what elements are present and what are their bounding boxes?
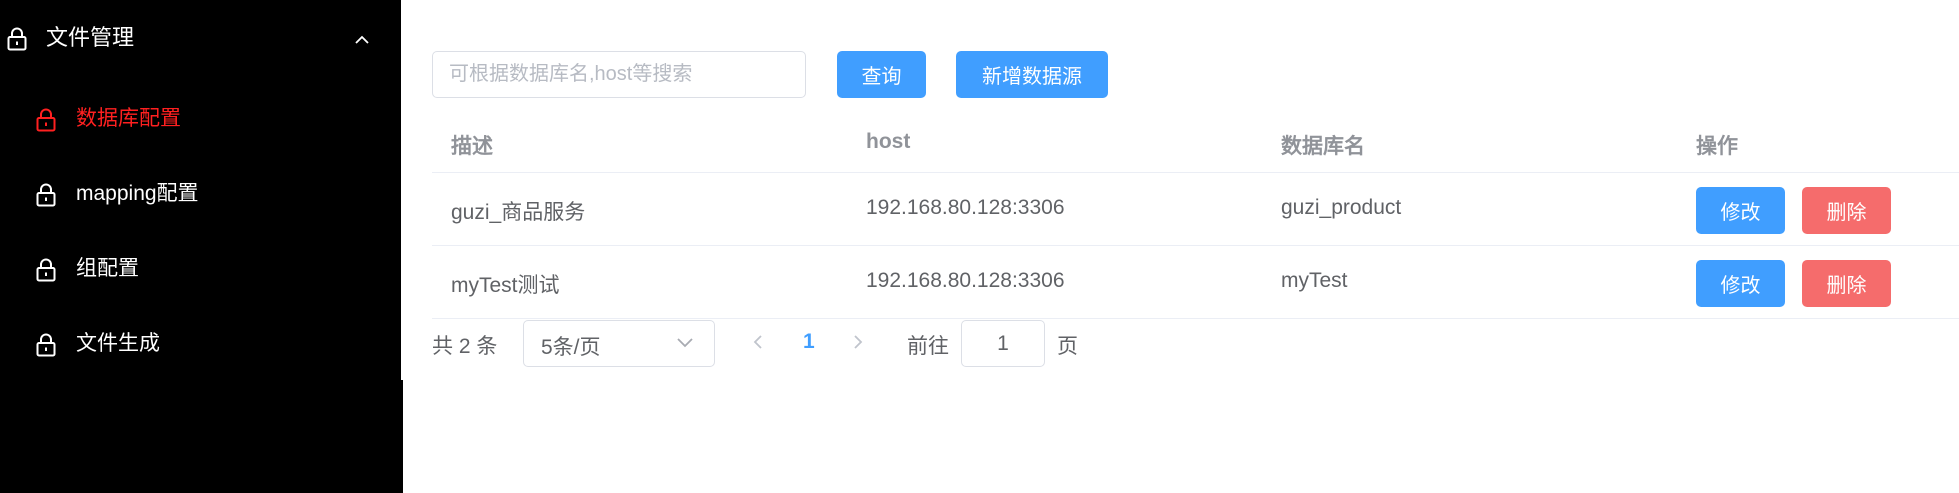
next-page-button[interactable]	[852, 333, 864, 356]
column-header-db-name: 数据库名	[1281, 135, 1365, 158]
column-header-description: 描述	[451, 135, 493, 158]
table-row: myTest测试 192.168.80.128:3306 myTest 修改 删…	[432, 246, 1959, 319]
sidebar-bottom	[0, 380, 401, 493]
table-header-row: 描述 host 数据库名 操作	[432, 117, 1959, 173]
cell-host: 192.168.80.128:3306	[866, 269, 1065, 292]
goto-label: 前往	[907, 335, 949, 358]
sidebar-item-group-config[interactable]: 组配置	[0, 239, 401, 299]
menu-group-file-management[interactable]: 文件管理	[0, 0, 401, 76]
query-button[interactable]: 查询	[837, 51, 926, 98]
menu-group-label: 文件管理	[46, 25, 135, 50]
lock-icon	[36, 108, 56, 137]
chevron-up-icon	[354, 32, 370, 50]
page-size-select[interactable]: 5条/页	[523, 320, 715, 367]
search-input[interactable]	[432, 51, 806, 98]
lock-icon	[36, 258, 56, 287]
lock-icon	[36, 333, 56, 362]
sidebar-item-label: 数据库配置	[76, 107, 181, 130]
table-row: guzi_商品服务 192.168.80.128:3306 guzi_produ…	[432, 173, 1959, 246]
sidebar-edge	[401, 380, 403, 493]
cell-description: guzi_商品服务	[451, 201, 586, 224]
prev-page-button[interactable]	[752, 333, 764, 356]
sidebar-item-mapping-config[interactable]: mapping配置	[0, 164, 401, 224]
goto-page-input[interactable]	[961, 320, 1045, 367]
sidebar: 文件管理 数据库配置 mapping配置 组配置 文件生成	[0, 0, 401, 380]
sidebar-item-file-generate[interactable]: 文件生成	[0, 314, 401, 374]
cell-host: 192.168.80.128:3306	[866, 196, 1065, 219]
sidebar-item-label: 组配置	[76, 257, 139, 280]
edit-button[interactable]: 修改	[1696, 187, 1785, 234]
lock-icon	[36, 183, 56, 212]
sidebar-item-label: mapping配置	[76, 182, 199, 205]
column-header-host: host	[866, 130, 911, 153]
cell-db-name: myTest	[1281, 269, 1348, 292]
cell-description: myTest测试	[451, 274, 560, 297]
edit-button[interactable]: 修改	[1696, 260, 1785, 307]
sidebar-item-database-config[interactable]: 数据库配置	[0, 89, 401, 149]
chevron-down-icon	[676, 335, 694, 353]
column-header-actions: 操作	[1696, 135, 1738, 158]
sidebar-item-label: 文件生成	[76, 332, 160, 355]
page-number-current[interactable]: 1	[803, 330, 815, 354]
delete-button[interactable]: 删除	[1802, 187, 1891, 234]
page-size-value: 5条/页	[541, 336, 601, 359]
lock-icon	[7, 27, 27, 56]
delete-button[interactable]: 删除	[1802, 260, 1891, 307]
page-unit-label: 页	[1057, 335, 1078, 358]
add-datasource-button[interactable]: 新增数据源	[956, 51, 1108, 98]
pagination-total: 共 2 条	[432, 335, 498, 358]
cell-db-name: guzi_product	[1281, 196, 1402, 219]
